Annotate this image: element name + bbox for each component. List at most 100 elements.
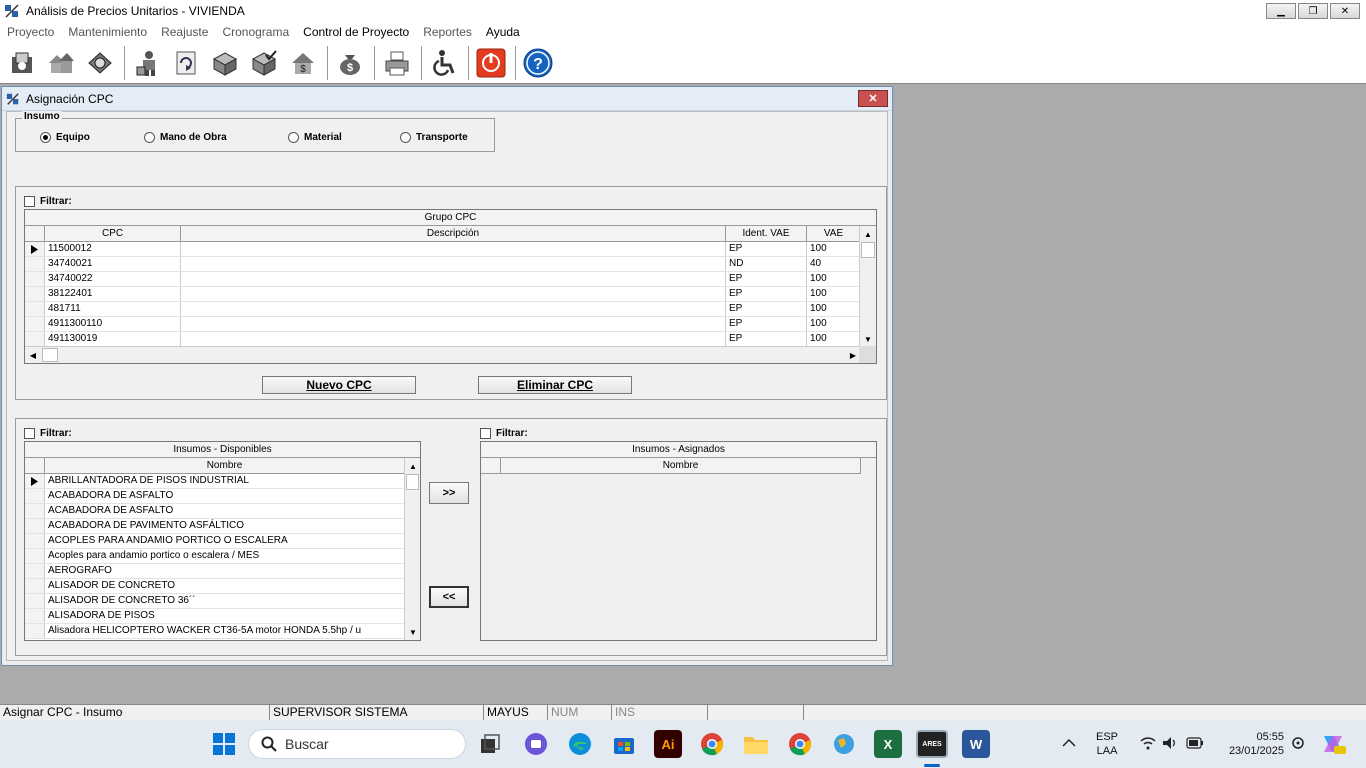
menu-proyecto[interactable]: Proyecto (0, 25, 61, 39)
box-check-button[interactable] (246, 45, 282, 81)
menu-cronograma[interactable]: Cronograma (215, 25, 296, 39)
menu-control-de-proyecto[interactable]: Control de Proyecto (296, 25, 416, 39)
table-row[interactable]: 4911300110 EP 100 (25, 317, 876, 332)
battery-icon[interactable] (1186, 737, 1204, 752)
list-item[interactable]: AEROGRAFO (25, 564, 420, 579)
search-icon (261, 736, 277, 752)
list-item[interactable]: ACOPLES PARA ANDAMIO PORTICO O ESCALERA (25, 534, 420, 549)
refresh-button[interactable] (168, 45, 204, 81)
edge-button[interactable] (566, 730, 594, 758)
close-window-button[interactable]: ✕ (1330, 3, 1360, 19)
print-button[interactable] (379, 45, 415, 81)
cpc-horizontal-scrollbar[interactable]: ◀ ▶ (25, 346, 861, 363)
minimize-button[interactable]: ▁ (1266, 3, 1296, 19)
dialog-close-button[interactable]: ✕ (858, 90, 888, 107)
list-item[interactable]: ALISADORA DE PISOS (25, 609, 420, 624)
exit-button[interactable] (473, 45, 509, 81)
scroll-down-icon[interactable]: ▼ (860, 331, 876, 347)
disponibles-vertical-scrollbar[interactable]: ▲ ▼ (404, 458, 420, 640)
table-row[interactable]: 38122401 EP 100 (25, 287, 876, 302)
table-row[interactable]: 481711 EP 100 (25, 302, 876, 317)
catalog-button[interactable] (82, 45, 118, 81)
radio-material[interactable]: Material (288, 132, 342, 143)
col-ident-vae[interactable]: Ident. VAE (726, 226, 807, 241)
word-button[interactable]: W (962, 730, 990, 758)
list-item[interactable]: Acoples para andamio portico o escalera … (25, 549, 420, 564)
box-button[interactable] (207, 45, 243, 81)
col-descripcion[interactable]: Descripción (181, 226, 726, 241)
task-view-button[interactable] (476, 730, 504, 758)
show-hidden-icons-button[interactable] (1062, 737, 1076, 750)
list-item[interactable]: ACABADORA DE PAVIMENTO ASFÁLTICO (25, 519, 420, 534)
cpc-filter-checkbox[interactable]: Filtrar: (24, 196, 72, 207)
clock[interactable]: 05:55 23/01/2025 (1218, 730, 1284, 758)
scroll-up-icon[interactable]: ▲ (405, 458, 420, 474)
open-project-button[interactable] (4, 45, 40, 81)
cell-cpc: 481711 (45, 302, 181, 316)
language-indicator[interactable]: ESP LAA (1096, 730, 1118, 758)
taskbar-search[interactable]: Buscar (248, 729, 466, 759)
chat-app-button[interactable] (522, 730, 550, 758)
scroll-thumb[interactable] (406, 474, 419, 490)
volume-icon[interactable] (1162, 736, 1178, 753)
maps-app-button[interactable] (830, 730, 858, 758)
restore-button[interactable]: ❐ (1298, 3, 1328, 19)
assign-insumo-button[interactable]: >> (429, 482, 469, 504)
worker-button[interactable] (129, 45, 165, 81)
radio-transporte[interactable]: Transporte (400, 132, 468, 143)
menu-reportes[interactable]: Reportes (416, 25, 479, 39)
scroll-down-icon[interactable]: ▼ (405, 624, 420, 640)
window-title: Análisis de Precios Unitarios - VIVIENDA (26, 4, 245, 18)
menu-reajuste[interactable]: Reajuste (154, 25, 215, 39)
dialog-body: Insumo Equipo Mano de Obra Material Tran… (6, 111, 888, 661)
scroll-up-icon[interactable]: ▲ (860, 226, 876, 242)
list-item[interactable]: ACABADORA DE ASFALTO (25, 489, 420, 504)
excel-button[interactable]: X (874, 730, 902, 758)
nuevo-cpc-button[interactable]: Nuevo CPC (262, 376, 416, 394)
asignados-grid-title: Insumos - Asignados (481, 442, 876, 458)
chrome-button[interactable] (698, 730, 726, 758)
cell-descripcion (181, 302, 726, 316)
money-bag-button[interactable]: $ (332, 45, 368, 81)
windows-icon (213, 733, 235, 755)
unassign-insumo-button[interactable]: << (429, 586, 469, 608)
col-nombre[interactable]: Nombre (45, 458, 405, 473)
file-explorer-button[interactable] (742, 730, 770, 758)
chrome-profile-button[interactable] (786, 730, 814, 758)
copilot-button[interactable] (1320, 732, 1346, 759)
houses-button[interactable] (43, 45, 79, 81)
wifi-icon[interactable] (1140, 736, 1156, 753)
col-vae[interactable]: VAE (807, 226, 861, 241)
store-button[interactable] (610, 730, 638, 758)
list-item[interactable]: Alisadora HELICOPTERO WACKER CT36-5A mot… (25, 624, 420, 639)
ares-app-button[interactable]: ARES (916, 730, 948, 758)
scroll-thumb[interactable] (42, 348, 58, 362)
menu-mantenimiento[interactable]: Mantenimiento (61, 25, 154, 39)
list-item[interactable]: ABRILLANTADORA DE PISOS INDUSTRIAL (25, 474, 420, 489)
disponibles-filter-checkbox[interactable]: Filtrar: (24, 428, 72, 439)
house-money-button[interactable]: $ (285, 45, 321, 81)
table-row[interactable]: 34740021 ND 40 (25, 257, 876, 272)
scroll-thumb[interactable] (861, 242, 875, 258)
accessibility-button[interactable] (426, 45, 462, 81)
house-money-icon: $ (292, 52, 314, 75)
menu-ayuda[interactable]: Ayuda (479, 25, 527, 39)
eliminar-cpc-button[interactable]: Eliminar CPC (478, 376, 632, 394)
help-button[interactable]: ? (520, 45, 556, 81)
radio-equipo[interactable]: Equipo (40, 132, 90, 143)
list-item[interactable]: ACABADORA DE ASFALTO (25, 504, 420, 519)
asignados-filter-checkbox[interactable]: Filtrar: (480, 428, 528, 439)
table-row[interactable]: 11500012 EP 100 (25, 242, 876, 257)
list-item[interactable]: ALISADOR DE CONCRETO 36´´ (25, 594, 420, 609)
table-row[interactable]: 491130019 EP 100 (25, 332, 876, 347)
cpc-vertical-scrollbar[interactable]: ▲ ▼ (859, 226, 876, 347)
start-button[interactable] (210, 730, 238, 758)
notifications-button[interactable] (1290, 735, 1306, 754)
scroll-left-icon[interactable]: ◀ (25, 347, 41, 363)
radio-mano-de-obra[interactable]: Mano de Obra (144, 132, 227, 143)
illustrator-button[interactable]: Ai (654, 730, 682, 758)
col-nombre[interactable]: Nombre (501, 458, 861, 473)
col-cpc[interactable]: CPC (45, 226, 181, 241)
table-row[interactable]: 34740022 EP 100 (25, 272, 876, 287)
list-item[interactable]: ALISADOR DE CONCRETO (25, 579, 420, 594)
